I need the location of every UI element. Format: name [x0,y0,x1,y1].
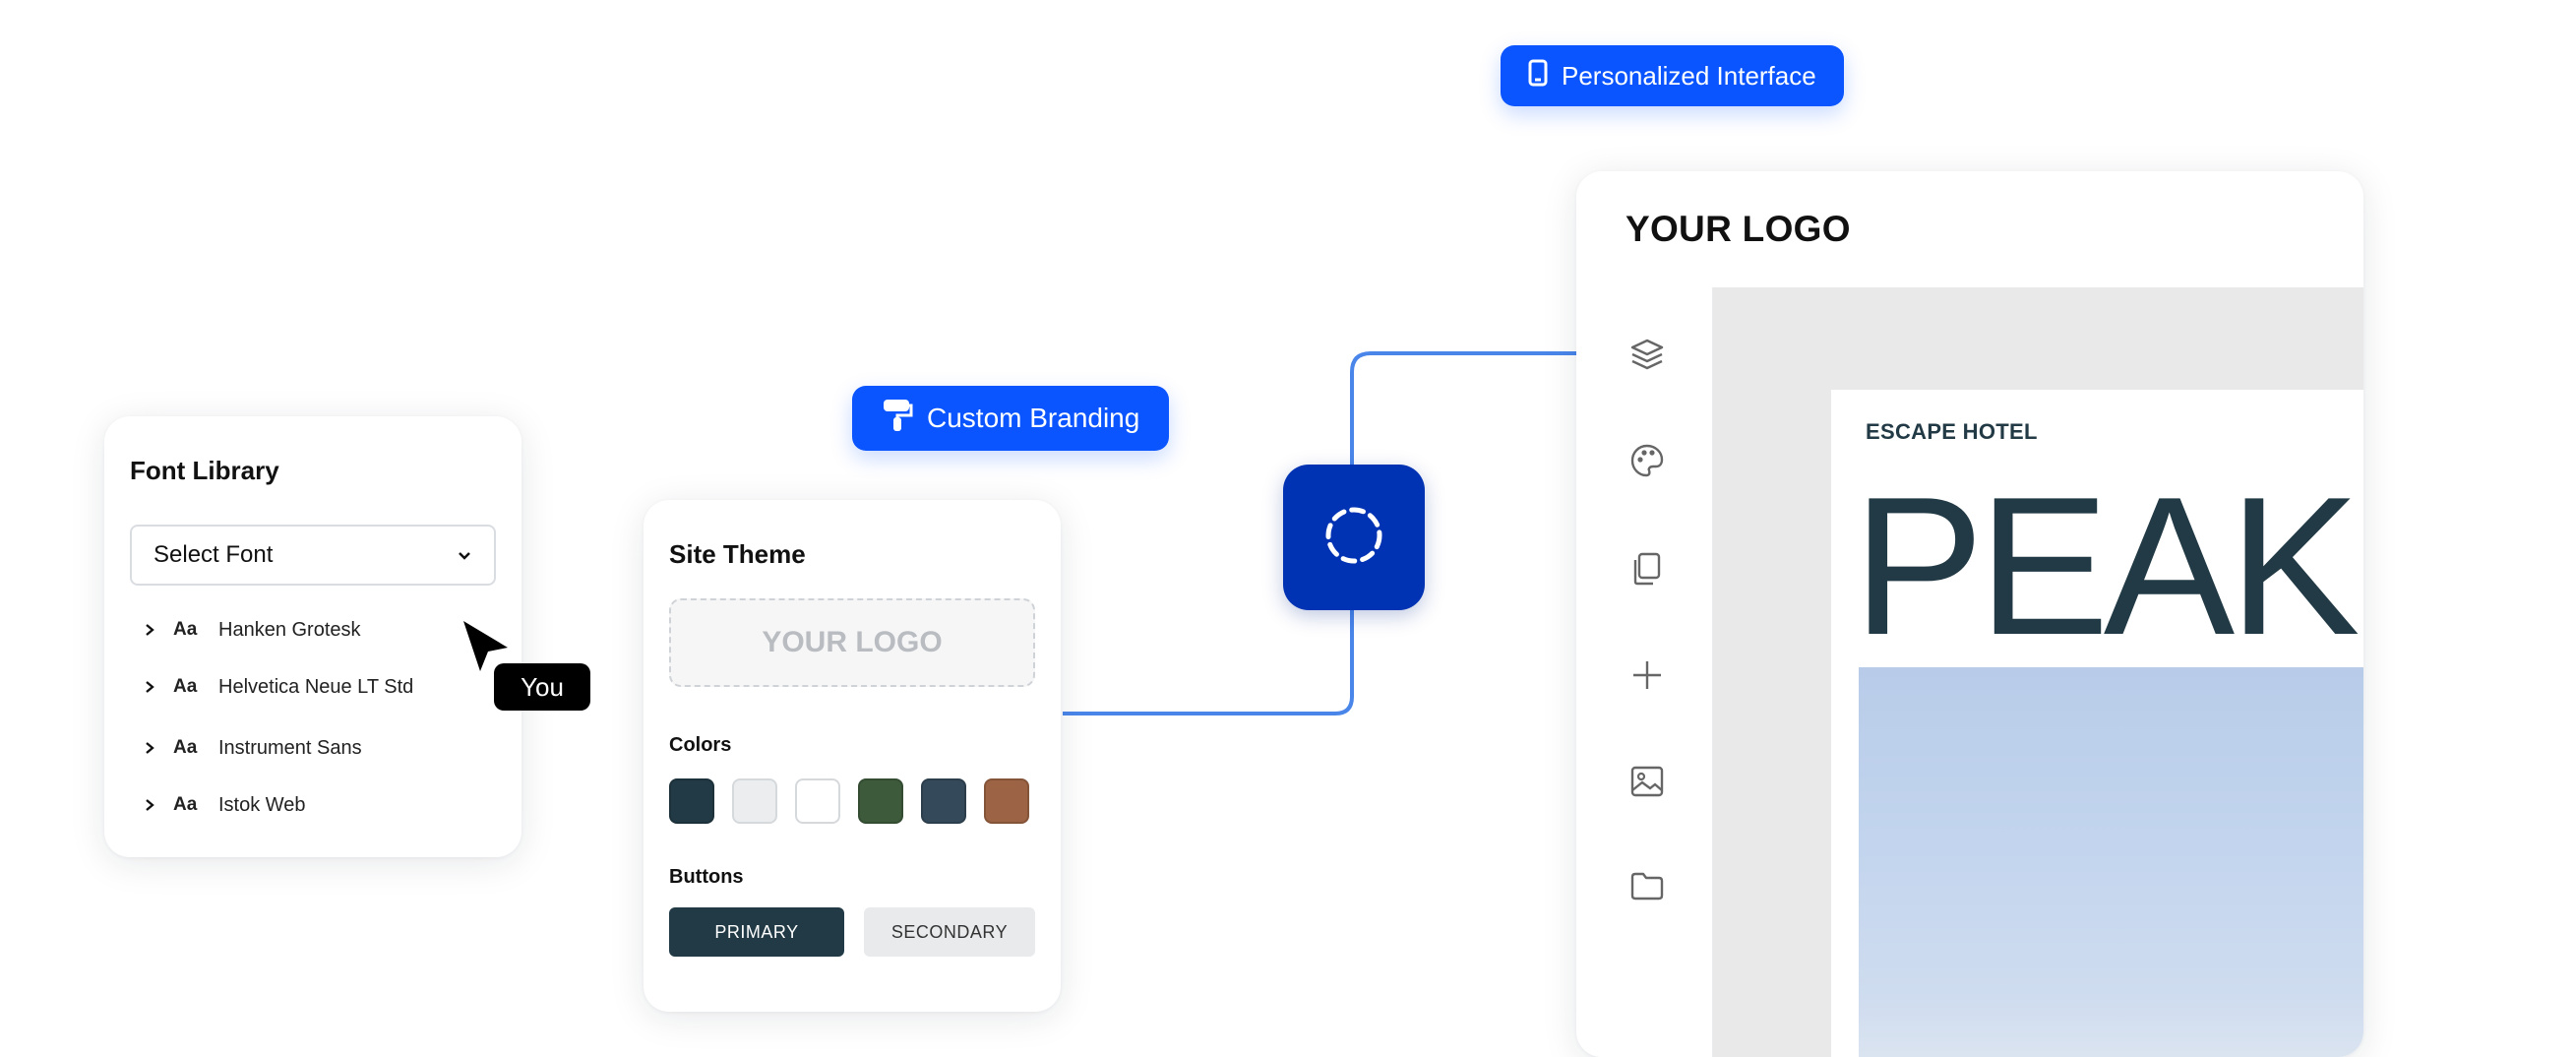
font-item-helvetica-neue[interactable]: Aa Helvetica Neue LT Std [144,670,413,704]
image-icon[interactable] [1627,762,1667,801]
app-header: YOUR LOGO [1576,171,2363,288]
layers-icon[interactable] [1627,335,1667,374]
chevron-right-icon [144,741,161,755]
font-item-hanken-grotesk[interactable]: Aa Hanken Grotesk [144,613,361,647]
font-sample: Aa [173,676,198,697]
folder-icon[interactable] [1627,866,1667,905]
primary-button-sample[interactable]: PRIMARY [669,907,844,957]
paint-roller-icon [882,398,913,440]
hotel-name: ESCAPE HOTEL [1866,419,2038,444]
hero-image [1859,667,2363,1057]
loading-node [1283,465,1425,610]
user-cursor-tag: You [494,663,590,711]
color-swatch[interactable] [858,778,903,824]
color-swatch[interactable] [795,778,840,824]
font-sample: Aa [173,619,198,640]
color-swatch[interactable] [984,778,1029,824]
chevron-down-icon [457,541,472,569]
secondary-button-sample[interactable]: SECONDARY [864,907,1035,957]
custom-branding-label: Custom Branding [927,403,1140,433]
app-preview-window: YOUR LOGO ESCAPE HOTEL PEAK [1576,171,2363,1057]
site-theme-title: Site Theme [669,539,806,569]
chevron-right-icon [144,680,161,694]
font-name: Instrument Sans [218,736,362,759]
chevron-right-icon [144,623,161,637]
chevron-right-icon [144,798,161,812]
palette-icon[interactable] [1627,441,1667,480]
font-sample: Aa [173,737,198,758]
font-item-istok-web[interactable]: Aa Istok Web [144,788,306,822]
buttons-label: Buttons [669,866,744,888]
site-theme-card: Site Theme YOUR LOGO Colors Buttons PRIM… [644,500,1061,1012]
app-sidebar [1576,287,1713,1057]
font-select-dropdown[interactable]: Select Font [130,525,496,586]
colors-label: Colors [669,734,732,756]
font-select-label: Select Font [153,541,274,568]
editor-canvas: ESCAPE HOTEL PEAK [1713,287,2363,1057]
font-name: Istok Web [218,793,306,816]
color-swatch[interactable] [669,778,714,824]
custom-branding-badge: Custom Branding [852,386,1170,451]
plus-icon[interactable] [1627,655,1667,695]
font-item-instrument-sans[interactable]: Aa Instrument Sans [144,731,362,765]
font-name: Hanken Grotesk [218,618,361,641]
personalized-interface-badge: Personalized Interface [1501,45,1844,106]
copy-icon[interactable] [1627,549,1667,589]
color-swatch[interactable] [921,778,966,824]
hero-headline: PEAK [1853,457,2361,676]
font-library-title: Font Library [130,456,279,485]
app-logo: YOUR LOGO [1625,209,1851,249]
loading-spinner-icon [1322,504,1385,572]
logo-upload-area[interactable]: YOUR LOGO [669,598,1035,687]
font-name: Helvetica Neue LT Std [218,675,414,698]
color-swatch[interactable] [732,778,777,824]
page-preview: ESCAPE HOTEL PEAK [1831,390,2363,1057]
font-sample: Aa [173,794,198,815]
font-library-card: Font Library Select Font Aa Hanken Grote… [104,416,521,857]
personalized-interface-label: Personalized Interface [1562,60,1816,91]
mobile-icon [1528,59,1548,93]
